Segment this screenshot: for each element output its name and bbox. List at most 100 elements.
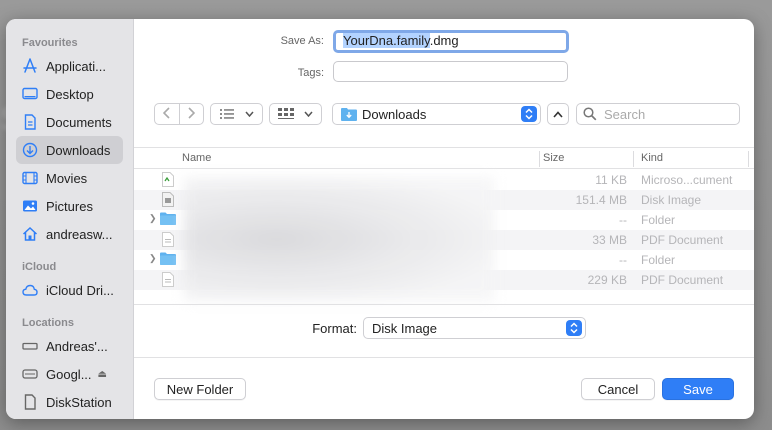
format-popup[interactable]: Disk Image xyxy=(363,317,586,339)
chevron-up-icon xyxy=(553,110,563,118)
sidebar-item-label: DiskStation xyxy=(46,394,112,410)
pdf-icon xyxy=(162,272,176,288)
sidebar-section-title: Favourites xyxy=(22,37,78,49)
redacted-filenames xyxy=(184,177,494,301)
grid-view-icon xyxy=(278,108,294,119)
filename-selected-text: YourDna.family xyxy=(343,33,430,48)
disclosure-triangle-icon[interactable]: ❯ xyxy=(149,213,157,224)
list-header: Name Size Kind xyxy=(134,147,754,169)
folder-icon xyxy=(160,252,176,268)
pdf-icon xyxy=(162,232,176,248)
home-icon xyxy=(22,226,38,242)
eject-icon[interactable]: ⏏ xyxy=(98,369,107,380)
movies-icon xyxy=(22,170,38,186)
column-separator xyxy=(748,151,749,167)
divider xyxy=(134,357,754,358)
sidebar-item[interactable]: iCloud Dri... xyxy=(16,276,123,304)
applications-icon xyxy=(22,58,38,74)
word-doc-icon xyxy=(162,172,176,188)
downloads-folder-icon xyxy=(341,108,357,121)
desktop-icon xyxy=(22,86,38,102)
folder-icon xyxy=(160,212,176,228)
drive-icon xyxy=(22,366,38,382)
file-size: 229 KB xyxy=(587,273,627,287)
sidebar-item[interactable]: Pictures xyxy=(16,192,123,220)
grid-view-button[interactable] xyxy=(269,103,322,125)
divider xyxy=(134,304,754,305)
file-size: 151.4 MB xyxy=(575,193,627,207)
sidebar-item[interactable]: Downloads xyxy=(16,136,123,164)
sidebar-item[interactable]: Googl... ⏏ xyxy=(16,360,123,388)
sidebar-item[interactable]: Andreas'... xyxy=(16,332,123,360)
format-label: Format: xyxy=(312,321,357,336)
file-size: -- xyxy=(619,213,627,227)
file-kind: PDF Document xyxy=(641,233,724,247)
sidebar-item[interactable]: Applicati... xyxy=(16,52,123,80)
filename-extension: .dmg xyxy=(429,33,459,48)
file-size: -- xyxy=(619,253,627,267)
disclosure-triangle-icon[interactable]: ❯ xyxy=(149,253,157,264)
sidebar-item[interactable]: Movies xyxy=(16,164,123,192)
collapse-button[interactable] xyxy=(547,103,569,125)
location-label: Downloads xyxy=(362,106,427,122)
sidebar-item[interactable]: DiskStation xyxy=(16,388,123,416)
popup-arrows-icon xyxy=(566,320,582,336)
sidebar-item-label: Desktop xyxy=(46,86,94,102)
search-placeholder: Search xyxy=(604,106,646,122)
sidebar: Favourites Applicati... Desktop Documents Do… xyxy=(6,19,134,419)
column-name[interactable]: Name xyxy=(182,152,211,164)
search-icon xyxy=(583,107,597,121)
sidebar-item-label: Googl... xyxy=(46,366,92,382)
document-icon xyxy=(22,114,38,130)
popup-arrows-icon xyxy=(521,106,537,122)
tags-field[interactable] xyxy=(333,61,568,82)
save-as-field[interactable]: YourDna.family.dmg xyxy=(333,30,569,53)
sidebar-item-label: Documents xyxy=(46,114,112,130)
save-button[interactable]: Save xyxy=(662,378,734,400)
sidebar-item-label: Applicati... xyxy=(46,58,106,74)
file-kind: PDF Document xyxy=(641,273,724,287)
laptop-icon xyxy=(22,338,38,354)
chevron-right-icon xyxy=(188,106,196,119)
list-view-button[interactable] xyxy=(210,103,263,125)
disk-image-icon xyxy=(162,192,176,208)
forward-button[interactable] xyxy=(180,106,204,122)
network-volume-icon xyxy=(22,394,38,410)
search-field[interactable]: Search xyxy=(576,103,740,125)
column-separator xyxy=(539,151,540,167)
save-as-label: Save As: xyxy=(280,35,324,47)
cloud-icon xyxy=(22,282,38,298)
sidebar-item-label: Andreas'... xyxy=(46,338,108,354)
column-kind[interactable]: Kind xyxy=(641,152,663,164)
back-button[interactable] xyxy=(155,106,179,122)
location-popup[interactable]: Downloads xyxy=(332,103,541,125)
sidebar-section-title: iCloud xyxy=(22,261,57,273)
format-value: Disk Image xyxy=(372,320,438,336)
file-size: 33 MB xyxy=(592,233,627,247)
file-kind: Microso...cument xyxy=(641,173,733,187)
list-view-icon xyxy=(220,109,234,119)
file-kind: Folder xyxy=(641,213,676,227)
sidebar-item-label: Pictures xyxy=(46,198,93,214)
sidebar-item-label: Movies xyxy=(46,170,88,186)
nav-segment xyxy=(154,103,204,125)
chevron-down-icon xyxy=(304,111,313,117)
sidebar-item-label: iCloud Dri... xyxy=(46,282,114,298)
dialog-main: Save As: YourDna.family.dmg Tags: Downlo… xyxy=(134,19,754,419)
sidebar-item-label: Downloads xyxy=(46,142,111,158)
file-size: 11 KB xyxy=(595,173,627,187)
column-separator xyxy=(633,151,634,167)
sidebar-item[interactable]: Documents xyxy=(16,108,123,136)
tags-label: Tags: xyxy=(297,67,324,79)
cancel-button[interactable]: Cancel xyxy=(581,378,655,400)
save-dialog: Favourites Applicati... Desktop Documents Do… xyxy=(6,19,754,419)
new-folder-button[interactable]: New Folder xyxy=(154,378,246,400)
file-kind: Folder xyxy=(641,253,676,267)
sidebar-item[interactable]: andreasw... xyxy=(16,220,123,248)
sidebar-item-label: andreasw... xyxy=(46,226,113,242)
chevron-down-icon xyxy=(245,111,254,117)
downloads-icon xyxy=(22,142,38,158)
sidebar-item[interactable]: Desktop xyxy=(16,80,123,108)
column-size[interactable]: Size xyxy=(543,152,564,164)
pictures-icon xyxy=(22,198,38,214)
